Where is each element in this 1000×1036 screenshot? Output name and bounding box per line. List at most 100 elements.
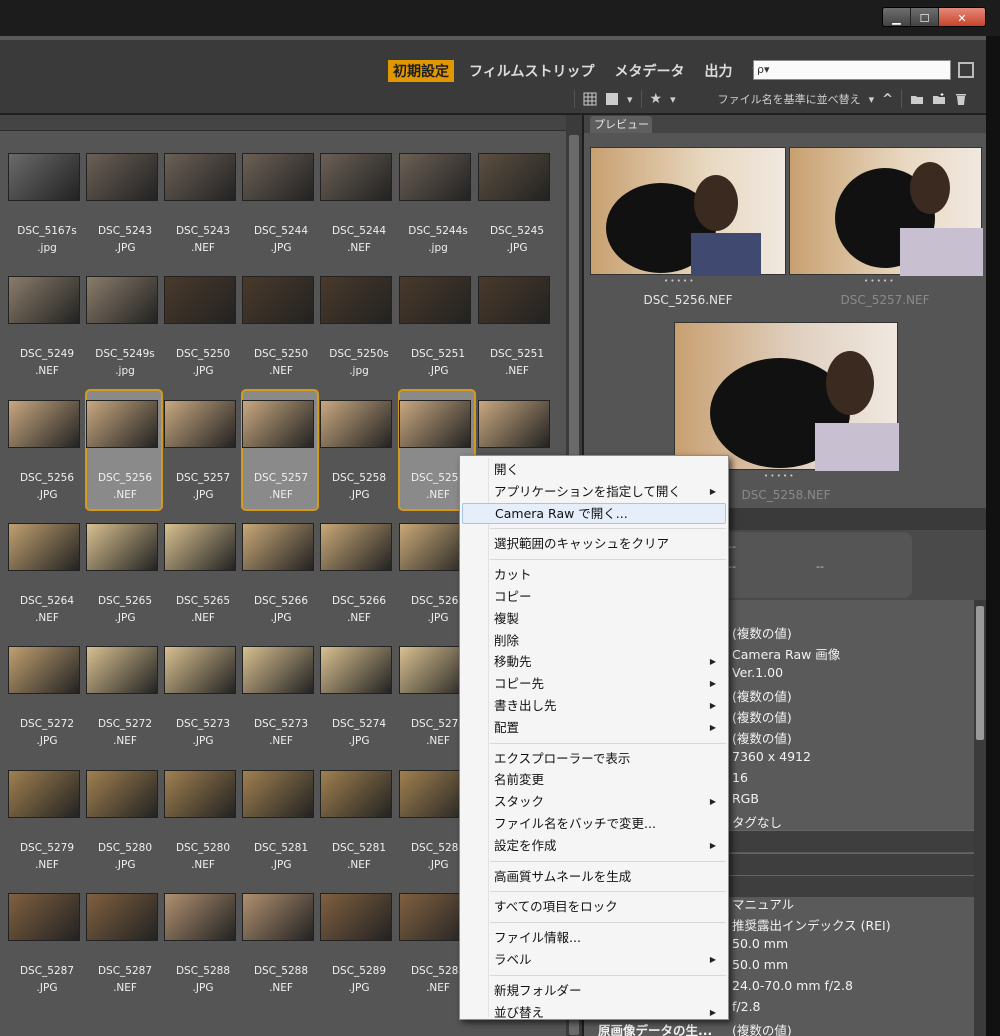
menu-item[interactable]: 高画質サムネールを生成: [462, 866, 726, 887]
search-input[interactable]: ρ▾: [753, 60, 951, 80]
menu-item[interactable]: 移動先 ▶: [462, 651, 726, 672]
menu-item[interactable]: アプリケーションを指定して開く ▶: [462, 481, 726, 502]
metadata-scrollbar[interactable]: [974, 600, 986, 1036]
thumbnail-image[interactable]: [8, 523, 80, 571]
thumbnail-image[interactable]: [86, 646, 158, 694]
menu-item[interactable]: スタック ▶: [462, 791, 726, 812]
thumbnail-image[interactable]: [399, 400, 471, 448]
thumbnail-image[interactable]: [320, 153, 392, 201]
view-mode-icon[interactable]: [605, 92, 619, 106]
thumbnail-image[interactable]: [478, 153, 550, 201]
sort-caret-icon[interactable]: ▾: [869, 93, 875, 106]
thumbnail-image[interactable]: [86, 893, 158, 941]
preview-image[interactable]: [674, 322, 899, 471]
menu-item[interactable]: 並び替え ▶: [462, 1002, 726, 1023]
metadata-value: 50.0 mm: [732, 957, 789, 972]
sort-direction-icon[interactable]: ^: [882, 92, 893, 107]
folder-icon[interactable]: [910, 92, 924, 106]
menu-item[interactable]: 選択範囲のキャッシュをクリア: [462, 533, 726, 554]
menu-item[interactable]: カット: [462, 564, 726, 585]
thumbnail-image[interactable]: [320, 646, 392, 694]
menu-item[interactable]: 名前変更: [462, 769, 726, 790]
tab-preview[interactable]: プレビュー: [590, 116, 652, 133]
thumbnail-image[interactable]: [8, 646, 80, 694]
workspace-tab[interactable]: フィルムストリップ: [464, 60, 599, 82]
menu-item[interactable]: 書き出し先 ▶: [462, 695, 726, 716]
thumbnail-filename: DSC_5251: [489, 348, 545, 360]
menu-item[interactable]: ファイル名をバッチで変更...: [462, 813, 726, 834]
thumbnail-image[interactable]: [478, 400, 550, 448]
thumbnail-image[interactable]: [242, 770, 314, 818]
thumbnail-image[interactable]: [399, 153, 471, 201]
thumbnail-image[interactable]: [320, 770, 392, 818]
thumbnail-image[interactable]: [8, 153, 80, 201]
thumbnail-filename: DSC_5250: [175, 348, 231, 360]
thumbnail-image[interactable]: [164, 646, 236, 694]
star-filter-caret-icon[interactable]: ▾: [670, 93, 676, 106]
menu-item[interactable]: ラベル ▶: [462, 949, 726, 970]
menu-item[interactable]: 複製: [462, 608, 726, 629]
workspace-tab[interactable]: 初期設定: [388, 60, 454, 82]
metadata-scrollbar-thumb[interactable]: [976, 606, 984, 740]
workspace-tab[interactable]: 出力: [699, 60, 737, 82]
minimize-button[interactable]: ▁: [883, 8, 911, 26]
menu-separator: [490, 528, 726, 530]
thumbnail-image[interactable]: [478, 276, 550, 324]
thumbnail-image[interactable]: [320, 893, 392, 941]
thumbnail-image[interactable]: [164, 893, 236, 941]
menu-item[interactable]: すべての項目をロック: [462, 896, 726, 917]
thumbnail-image[interactable]: [8, 276, 80, 324]
menu-item[interactable]: 新規フォルダー: [462, 980, 726, 1001]
compact-mode-icon[interactable]: [958, 62, 974, 78]
thumbnail-extension: .JPG: [270, 859, 292, 871]
maximize-button[interactable]: ☐: [911, 8, 939, 26]
thumbnail-image[interactable]: [86, 276, 158, 324]
star-filter-icon[interactable]: ★: [650, 91, 663, 107]
menu-item[interactable]: Camera Raw で開く...: [462, 502, 726, 524]
thumbnail-image[interactable]: [164, 770, 236, 818]
thumbnail-image[interactable]: [164, 523, 236, 571]
thumbnail-image[interactable]: [164, 153, 236, 201]
preview-image[interactable]: [590, 147, 786, 276]
thumbnail-grid-icon[interactable]: [583, 92, 597, 106]
thumbnail-image[interactable]: [86, 770, 158, 818]
thumbnail-image[interactable]: [164, 400, 236, 448]
thumbnail-image[interactable]: [8, 770, 80, 818]
workspace-tab[interactable]: メタデータ: [609, 60, 689, 82]
close-button[interactable]: ✕: [939, 8, 985, 26]
thumbnail-image[interactable]: [242, 153, 314, 201]
menu-item[interactable]: エクスプローラーで表示: [462, 748, 726, 769]
view-mode-caret-icon[interactable]: ▾: [627, 93, 633, 106]
menu-item[interactable]: 開く: [462, 459, 726, 480]
thumbnail-image[interactable]: [320, 523, 392, 571]
thumbnail-image[interactable]: [164, 276, 236, 324]
thumbnail-image[interactable]: [86, 400, 158, 448]
thumbnail-image[interactable]: [399, 276, 471, 324]
sort-button[interactable]: ファイル名を基準に並べ替え: [718, 91, 861, 107]
thumbnail-image[interactable]: [320, 400, 392, 448]
preview-image[interactable]: [789, 147, 983, 276]
menu-item[interactable]: 設定を作成 ▶: [462, 835, 726, 856]
menu-item[interactable]: コピー先 ▶: [462, 673, 726, 694]
thumbnail-label: DSC_5250s .jpg: [320, 346, 398, 380]
metadata-value: 16: [732, 770, 748, 785]
thumbnail-image[interactable]: [242, 400, 314, 448]
thumbnail-image[interactable]: [242, 893, 314, 941]
metadata-value: (複数の値): [732, 689, 792, 704]
trash-icon[interactable]: [954, 92, 968, 106]
submenu-arrow-icon: ▶: [709, 679, 716, 689]
placard-value: --: [816, 560, 824, 573]
menu-item[interactable]: ファイル情報...: [462, 927, 726, 948]
menu-item[interactable]: 削除: [462, 630, 726, 651]
menu-item[interactable]: 配置 ▶: [462, 717, 726, 738]
new-folder-icon[interactable]: [932, 92, 946, 106]
thumbnail-image[interactable]: [86, 523, 158, 571]
thumbnail-image[interactable]: [86, 153, 158, 201]
thumbnail-image[interactable]: [242, 646, 314, 694]
thumbnail-image[interactable]: [242, 523, 314, 571]
thumbnail-image[interactable]: [8, 400, 80, 448]
thumbnail-image[interactable]: [8, 893, 80, 941]
thumbnail-image[interactable]: [320, 276, 392, 324]
menu-item[interactable]: コピー: [462, 586, 726, 607]
thumbnail-image[interactable]: [242, 276, 314, 324]
